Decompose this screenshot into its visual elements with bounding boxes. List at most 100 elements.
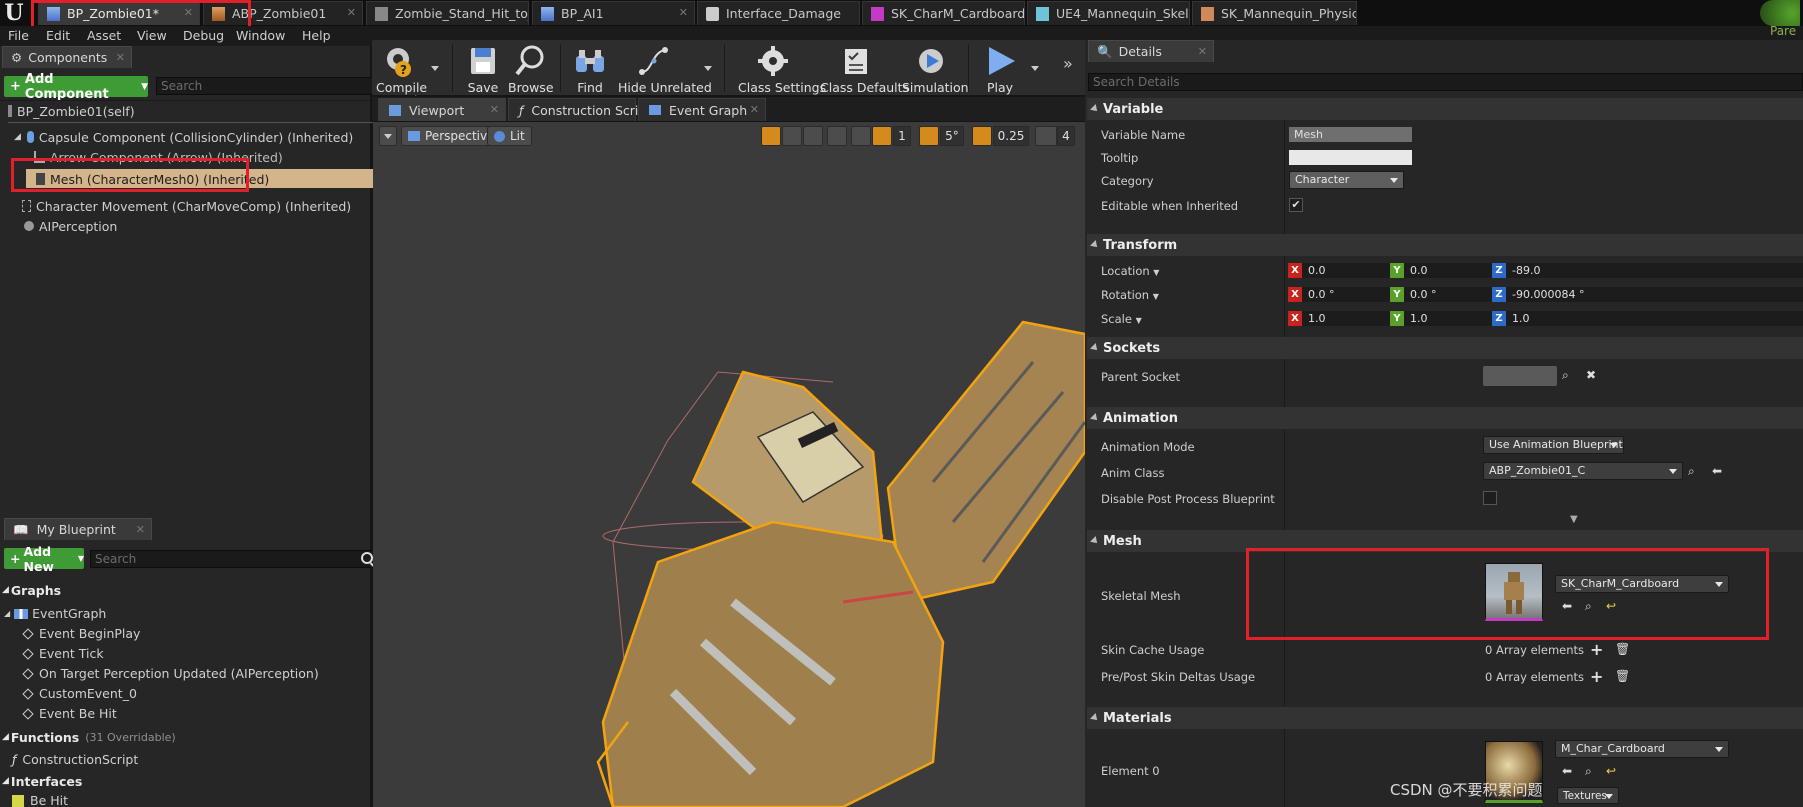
animation-mode-dropdown[interactable]: Use Animation Blueprint [1483,436,1624,454]
rotation-y-input[interactable]: 0.0 ° [1404,287,1492,302]
section-sockets[interactable]: Sockets [1087,337,1803,359]
variable-name-field[interactable]: Mesh [1289,127,1412,142]
component-aiperception[interactable]: AIPerception [24,217,117,235]
tab-my-blueprint[interactable]: 📖 My Blueprint ✕ [4,518,152,540]
rotation-snap-icon[interactable] [919,126,939,146]
use-selected-arrow-icon[interactable]: ⬅ [1562,764,1572,778]
save-button[interactable]: Save [464,42,502,95]
lit-button[interactable]: Lit [487,126,532,146]
close-icon[interactable]: ✕ [136,523,145,536]
details-search-input[interactable]: Search Details [1088,73,1803,91]
add-new-button[interactable]: + Add New ▼ [4,544,84,574]
scale-snap-icon[interactable] [972,126,992,146]
scale-label[interactable]: Scale ▼ [1101,312,1142,326]
menu-window[interactable]: Window [236,28,285,43]
tab-details[interactable]: 🔍 Details ✕ [1088,40,1214,62]
browse-button[interactable]: Browse [508,42,554,95]
event-on-target-perception[interactable]: On Target Perception Updated (AIPercepti… [22,665,319,682]
class-defaults-button[interactable]: Class Defaults [820,42,909,95]
compile-options-chevron-icon[interactable] [431,66,439,71]
menu-edit[interactable]: Edit [46,28,70,43]
tab-zombie-stand-hit[interactable]: Zombie_Stand_Hit_to_Cra [366,1,529,25]
simulation-button[interactable]: Simulation [902,42,969,95]
tooltip-field[interactable] [1289,150,1412,165]
camera-speed-value[interactable]: 4 [1057,126,1075,146]
tab-event-graph[interactable]: Event Graph ✕ [638,98,766,121]
close-icon[interactable]: ✕ [490,103,499,116]
search-icon[interactable]: ⌕ [1562,368,1569,383]
viewport[interactable]: Perspective Lit 1 5° 0.25 4 [373,122,1085,807]
close-icon[interactable]: ✕ [750,103,759,116]
functions-header[interactable]: ◢ Functions (31 Overridable) [2,727,176,747]
search-icon[interactable]: ⌕ [1688,464,1695,479]
surface-snap-icon[interactable] [851,126,871,146]
menu-view[interactable]: View [137,28,167,43]
event-customevent[interactable]: CustomEvent_0 [22,685,137,702]
hide-unrelated-button[interactable]: Hide Unrelated [618,42,712,95]
scale-snap-value[interactable]: 0.25 [993,126,1029,146]
tab-components[interactable]: ⚙ Components ✕ [2,46,132,68]
scale-x-input[interactable]: 1.0 [1302,311,1390,326]
close-icon[interactable]: ✕ [116,51,125,64]
play-button[interactable]: Play [980,42,1020,95]
unreal-logo-icon[interactable]: U [2,1,26,25]
event-tick[interactable]: Event Tick [22,645,104,662]
disable-post-process-checkbox[interactable] [1483,491,1497,505]
reset-to-default-icon[interactable]: ↩ [1606,764,1616,778]
parent-class-label[interactable]: Pare [1770,24,1796,38]
tab-interface-damage[interactable]: Interface_Damage [697,1,860,25]
rotation-label[interactable]: Rotation ▼ [1101,288,1159,302]
close-icon[interactable]: ✕ [347,6,356,19]
hide-unrelated-chevron-icon[interactable] [704,66,712,71]
toolbar-overflow-icon[interactable]: » [1063,54,1073,73]
advanced-expand-icon[interactable]: ▼ [1570,514,1578,525]
blueprint-search-input[interactable]: Search [90,550,377,568]
tab-sk-charm-cardboard[interactable]: SK_CharM_Cardboard [862,1,1025,25]
interface-be-hit[interactable]: Be Hit [12,792,68,807]
tab-ue4-mannequin-skeleton[interactable]: UE4_Mannequin_Skeleton [1027,1,1190,25]
grid-snap-icon[interactable] [872,126,892,146]
textures-dropdown[interactable]: Textures [1557,787,1619,804]
grid-snap-value[interactable]: 1 [893,126,911,146]
clear-icon[interactable]: ✖ [1586,368,1596,382]
rotate-mode-icon[interactable] [782,126,802,146]
location-label[interactable]: Location ▼ [1101,264,1159,278]
trash-icon[interactable]: 🗑 [1615,642,1630,656]
section-variable[interactable]: Variable [1087,98,1803,120]
location-y-input[interactable]: 0.0 [1404,263,1492,278]
section-transform[interactable]: Transform [1087,234,1803,256]
search-icon[interactable]: ⌕ [1585,764,1592,779]
trash-icon[interactable]: 🗑 [1615,669,1630,683]
search-icon[interactable] [361,552,373,564]
editable-inherited-checkbox[interactable]: ✔ [1289,198,1303,212]
tab-bp-ai1[interactable]: BP_AI1 ✕ [532,1,695,25]
tab-viewport[interactable]: Viewport ✕ [378,98,506,121]
function-constructionscript[interactable]: ƒ ConstructionScript [12,751,138,768]
class-settings-button[interactable]: Class Settings [738,42,826,95]
find-button[interactable]: Find [570,42,610,95]
rotation-z-input[interactable]: -90.000084 ° [1506,287,1803,302]
rotation-snap-value[interactable]: 5° [940,126,964,146]
scale-z-input[interactable]: 1.0 [1506,311,1803,326]
category-dropdown[interactable]: Character [1289,171,1404,189]
scale-mode-icon[interactable] [803,126,823,146]
play-options-chevron-icon[interactable] [1031,66,1039,71]
add-component-button[interactable]: + Add Component ▼ [4,72,148,102]
translate-mode-icon[interactable] [761,126,781,146]
add-element-plus-icon[interactable]: + [1590,640,1603,659]
section-animation[interactable]: Animation [1087,407,1803,429]
use-selected-arrow-icon[interactable]: ⬅ [1712,464,1722,478]
menu-debug[interactable]: Debug [183,28,224,43]
camera-speed-icon[interactable] [1035,126,1057,146]
close-icon[interactable]: ✕ [679,6,688,19]
character-mesh-preview[interactable] [373,122,1085,807]
rotation-x-input[interactable]: 0.0 ° [1302,287,1390,302]
section-materials[interactable]: Materials [1087,707,1803,729]
graph-eventgraph[interactable]: ◢ EventGraph [4,605,106,622]
add-element-plus-icon[interactable]: + [1590,667,1603,686]
interfaces-header[interactable]: ◢ Interfaces [2,771,82,791]
component-capsule[interactable]: ◢ Capsule Component (CollisionCylinder) … [14,128,353,146]
parent-class-icon[interactable] [1760,0,1800,26]
event-beginplay[interactable]: Event BeginPlay [22,625,140,642]
tab-construction-script[interactable]: ƒ Construction Scrip [508,98,646,121]
